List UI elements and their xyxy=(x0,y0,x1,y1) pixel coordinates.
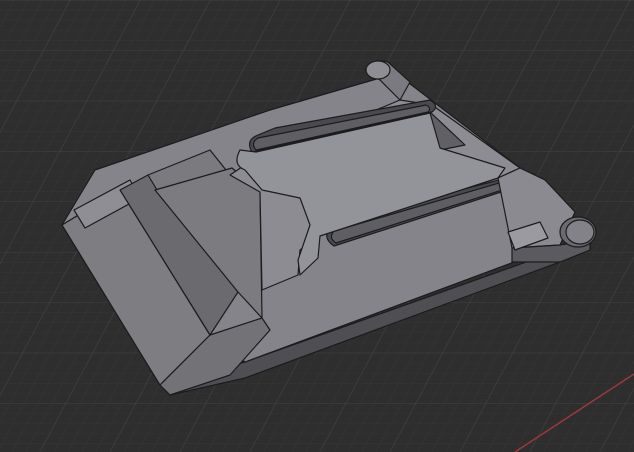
viewport-canvas[interactable] xyxy=(0,0,634,452)
model-hinge-pin-right-cap xyxy=(565,219,595,245)
3d-viewport[interactable] xyxy=(0,0,634,452)
model-hinge-pin-top-cap xyxy=(365,60,391,80)
